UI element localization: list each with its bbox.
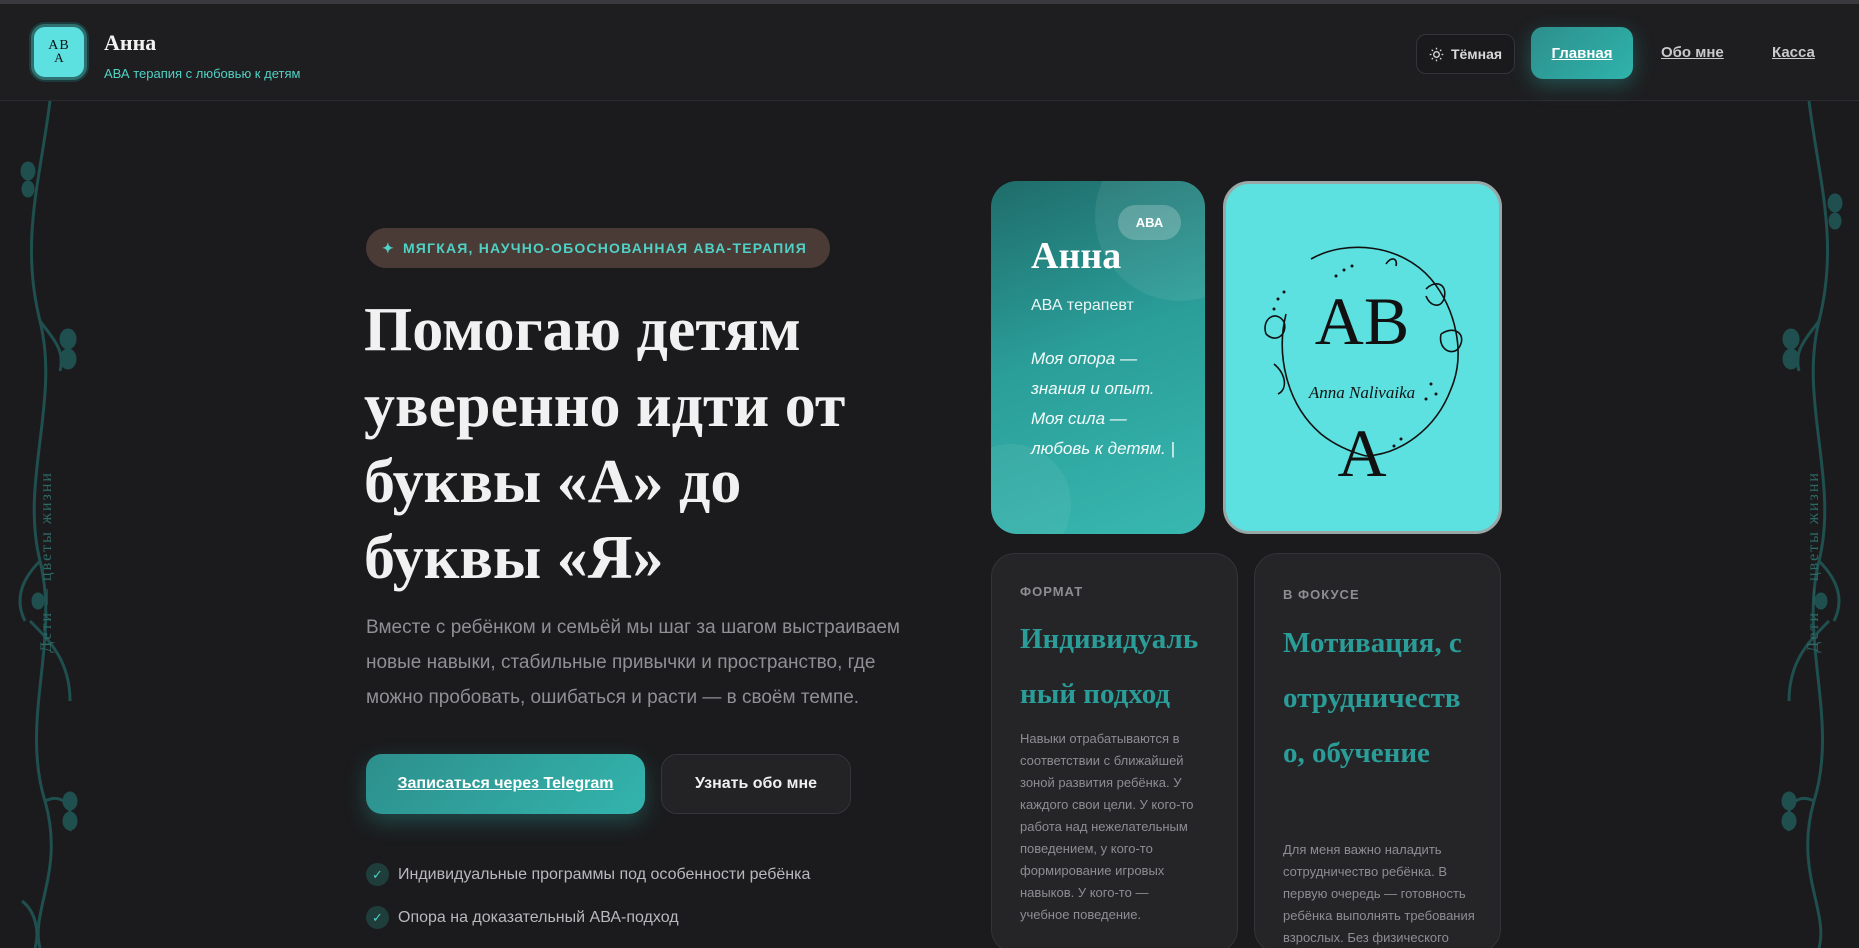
- feature-check-item: ✓ Опора на доказательный АВА-подход: [366, 906, 679, 929]
- logo-big-letters: AB: [1315, 283, 1409, 359]
- site-logo[interactable]: AB A: [31, 24, 87, 80]
- check-icon: ✓: [366, 906, 389, 929]
- logo-letter-bottom: A: [54, 50, 64, 65]
- format-label: ФОРМАТ: [1020, 584, 1084, 599]
- hero-description: Вместе с ребёнком и семьёй мы шаг за шаг…: [366, 617, 900, 708]
- sparkle-icon: ✦: [382, 239, 395, 256]
- profile-name: Анна: [1031, 235, 1122, 277]
- telegram-signup-button[interactable]: Записаться через Telegram: [366, 754, 645, 814]
- profile-role: АВА терапевт: [1031, 297, 1134, 314]
- left-side-text: Дети — цветы жизни: [38, 471, 55, 653]
- brand-name: Анна: [104, 30, 157, 55]
- feature-text: Опора на доказательный АВА-подход: [398, 908, 679, 926]
- check-icon: ✓: [366, 863, 389, 886]
- feature-text: Индивидуальные программы под особенности…: [398, 865, 811, 883]
- nav-cash-link[interactable]: Касса: [1772, 44, 1815, 61]
- nav-home-link[interactable]: Главная: [1531, 27, 1633, 79]
- floral-wreath-logo: AB Anna Nalivaika A: [1264, 246, 1463, 491]
- right-ornament: Дети — цветы жизни: [1769, 100, 1859, 948]
- focus-label: В ФОКУСЕ: [1283, 587, 1360, 602]
- format-title: Индивидуальный подход: [1020, 623, 1199, 710]
- hero-pill-text: МЯГКАЯ, НАУЧНО-ОБОСНОВАННАЯ АВА-ТЕРАПИЯ: [402, 240, 807, 256]
- hero-title: Помогаю детям уверенно идти от буквы «А»…: [364, 296, 846, 592]
- nav-about-link[interactable]: Обо мне: [1661, 44, 1724, 61]
- brand-subtitle: АВА терапия с любовью к детям: [104, 66, 301, 81]
- aba-badge: АВА: [1118, 205, 1181, 240]
- logo-script-name: Anna Nalivaika: [1308, 383, 1415, 402]
- hero-pill-badge: ✦ МЯГКАЯ, НАУЧНО-ОБОСНОВАННАЯ АВА-ТЕРАПИ…: [366, 228, 830, 268]
- sun-icon: [1429, 47, 1444, 61]
- left-ornament: Дети — цветы жизни: [0, 100, 90, 948]
- focus-title: Мотивация, сотрудничество, обучение: [1283, 627, 1462, 769]
- right-side-text: Дети — цветы жизни: [1805, 471, 1822, 653]
- focus-text: Для меня важно наладить сотрудничество р…: [1283, 842, 1475, 945]
- brand-logo-card: AB Anna Nalivaika A: [1223, 181, 1502, 534]
- logo-big-letter-bottom: A: [1337, 415, 1386, 491]
- feature-check-item: ✓ Индивидуальные программы под особеннос…: [366, 863, 810, 886]
- theme-toggle-button[interactable]: Тёмная: [1416, 34, 1515, 74]
- format-text: Навыки отрабатываются в соответствии с б…: [1020, 731, 1194, 922]
- site-header: AB A Анна АВА терапия с любовью к детям …: [0, 4, 1859, 101]
- theme-toggle-label: Тёмная: [1450, 46, 1503, 62]
- profile-quote: Моя опора — знания и опыт. Моя сила — лю…: [1031, 349, 1175, 458]
- learn-about-button[interactable]: Узнать обо мне: [661, 754, 851, 814]
